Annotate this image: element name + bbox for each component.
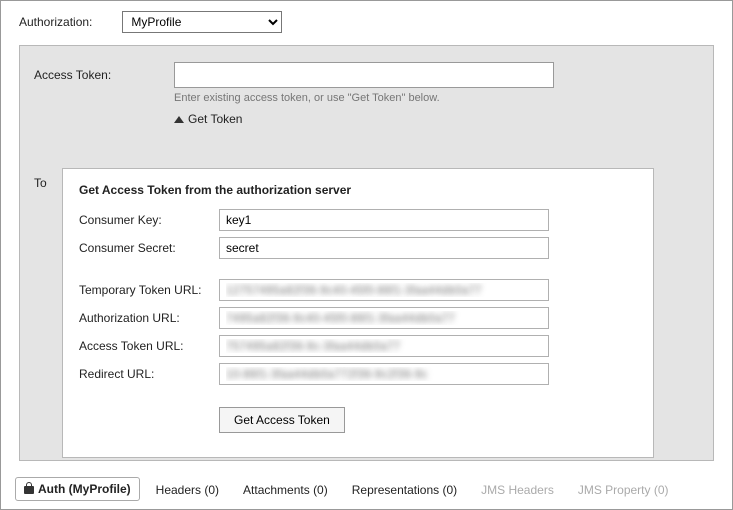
lock-icon bbox=[24, 483, 34, 495]
access-token-input[interactable] bbox=[174, 62, 554, 88]
tab-auth-label: Auth (MyProfile) bbox=[38, 482, 131, 496]
chevron-up-icon bbox=[174, 116, 184, 123]
get-access-token-popup: Get Access Token from the authorization … bbox=[62, 168, 654, 458]
authorization-url-label: Authorization URL: bbox=[79, 311, 219, 325]
tab-jms-property: JMS Property (0) bbox=[570, 479, 677, 501]
temporary-token-url-input[interactable] bbox=[219, 279, 549, 301]
tab-representations[interactable]: Representations (0) bbox=[344, 479, 465, 501]
consumer-secret-label: Consumer Secret: bbox=[79, 241, 219, 255]
tab-headers[interactable]: Headers (0) bbox=[148, 479, 227, 501]
consumer-key-label: Consumer Key: bbox=[79, 213, 219, 227]
authorization-profile-select[interactable]: MyProfile bbox=[122, 11, 282, 33]
authorization-url-input[interactable] bbox=[219, 307, 549, 329]
authorization-panel: Access Token: Enter existing access toke… bbox=[19, 45, 714, 461]
consumer-key-input[interactable] bbox=[219, 209, 549, 231]
access-token-url-input[interactable] bbox=[219, 335, 549, 357]
get-token-toggle[interactable]: Get Token bbox=[174, 112, 699, 126]
get-access-token-button[interactable]: Get Access Token bbox=[219, 407, 345, 433]
authorization-label: Authorization: bbox=[19, 15, 92, 29]
bottom-tabs: Auth (MyProfile) Headers (0) Attachments… bbox=[15, 477, 677, 501]
redirect-url-input[interactable] bbox=[219, 363, 549, 385]
access-token-helper: Enter existing access token, or use "Get… bbox=[174, 92, 699, 104]
access-token-label: Access Token: bbox=[34, 68, 174, 82]
consumer-secret-input[interactable] bbox=[219, 237, 549, 259]
tab-attachments[interactable]: Attachments (0) bbox=[235, 479, 336, 501]
token-section-label: To bbox=[34, 176, 47, 190]
get-token-toggle-label: Get Token bbox=[188, 112, 242, 126]
access-token-url-label: Access Token URL: bbox=[79, 339, 219, 353]
tab-jms-headers: JMS Headers bbox=[473, 479, 562, 501]
redirect-url-label: Redirect URL: bbox=[79, 367, 219, 381]
temporary-token-url-label: Temporary Token URL: bbox=[79, 283, 219, 297]
popup-title: Get Access Token from the authorization … bbox=[79, 183, 637, 197]
tab-auth[interactable]: Auth (MyProfile) bbox=[15, 477, 140, 501]
